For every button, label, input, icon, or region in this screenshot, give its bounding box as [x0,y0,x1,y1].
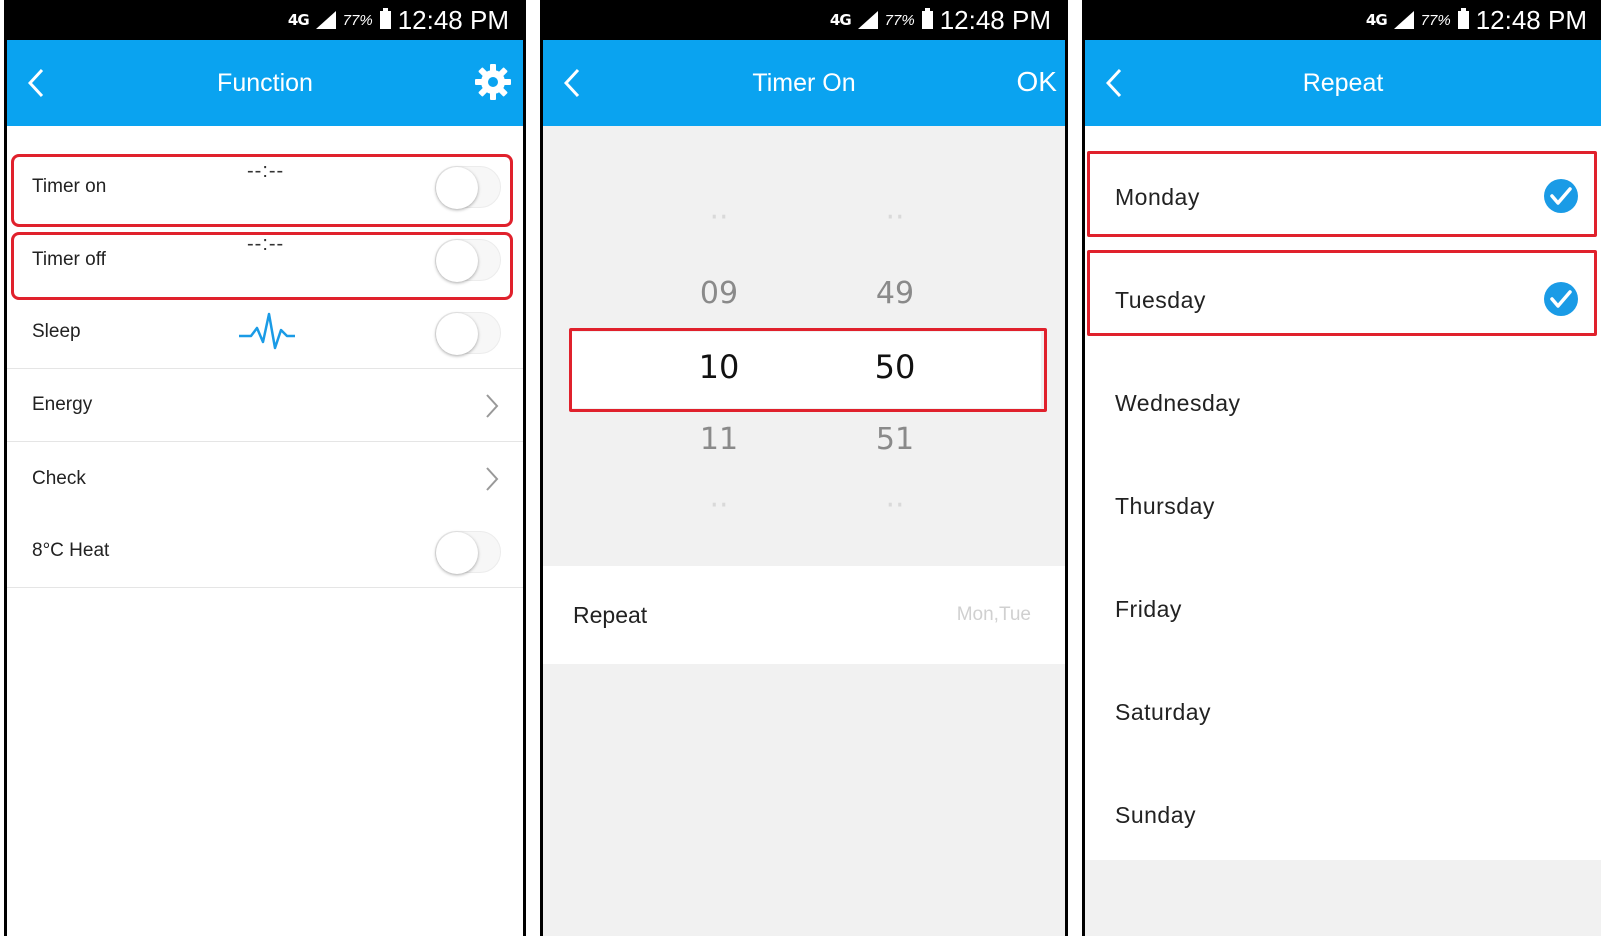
check-label: Check [32,467,86,489]
app-bar: Function [7,40,523,126]
hour-selected[interactable]: 10 [649,348,789,386]
chevron-right-icon [485,393,499,425]
day-row-monday[interactable]: Monday [1085,146,1601,249]
network-indicator: 4G [287,11,310,29]
signal-icon [315,11,336,29]
signal-icon [857,11,878,29]
gear-icon[interactable] [473,62,513,102]
back-icon[interactable] [557,66,587,100]
sleep-toggle[interactable] [435,312,501,355]
timer-screen: 4G 77% 12:48 PM Timer On OK ·· ·· 09 49 … [540,0,1068,936]
day-label: Thursday [1115,493,1215,519]
heat-label: 8°C Heat [32,540,110,561]
minute-below[interactable]: 51 [825,422,965,457]
check-circle-icon[interactable] [1543,281,1579,323]
timer-off-label: Timer off [32,248,106,270]
network-indicator: 4G [829,11,852,29]
battery-percent: 77% [342,11,373,29]
hour-below[interactable]: 11 [649,422,789,457]
chevron-right-icon [485,466,499,498]
timer-off-value: --:-- [247,233,285,255]
minute-selected[interactable]: 50 [825,348,965,386]
minute-faint-bottom: ·· [885,488,905,523]
battery-percent: 77% [1420,11,1451,29]
day-row-sunday[interactable]: Sunday [1085,764,1601,867]
day-row-saturday[interactable]: Saturday [1085,661,1601,764]
status-time: 12:48 PM [397,4,509,35]
page-title: Repeat [1302,68,1384,97]
status-bar: 4G 77% 12:48 PM [1085,0,1601,40]
day-label: Monday [1115,184,1200,210]
repeat-row[interactable]: Repeat Mon,Tue [543,566,1065,664]
repeat-value: Mon,Tue [956,604,1031,625]
timer-off-toggle[interactable] [435,239,501,282]
heat-toggle[interactable] [435,531,501,574]
timer-on-label: Timer on [32,175,107,197]
network-indicator: 4G [1365,11,1388,29]
timer-off-row[interactable]: Timer off --:-- [7,223,523,296]
back-icon[interactable] [21,66,51,100]
back-icon[interactable] [1099,66,1129,100]
day-list: Monday Tuesday Wednesday Thursday Friday… [1085,146,1601,867]
sleep-row[interactable]: Sleep [7,296,523,369]
battery-icon [1457,8,1469,29]
page-title: Timer On [752,68,856,97]
bottom-band [1085,860,1601,936]
battery-icon [379,8,391,29]
ok-button[interactable]: OK [1017,66,1057,98]
timer-on-row[interactable]: Timer on --:-- [7,150,523,223]
day-label: Friday [1115,596,1182,622]
energy-label: Energy [32,394,93,415]
status-time: 12:48 PM [939,4,1051,35]
hour-faint-top: ·· [709,200,729,235]
app-bar: Repeat [1085,40,1601,126]
day-label: Sunday [1115,802,1197,828]
minute-above[interactable]: 49 [825,276,965,311]
repeat-label: Repeat [573,601,648,628]
check-row[interactable]: Check [7,442,523,515]
day-label: Saturday [1115,699,1212,725]
repeat-screen: 4G 77% 12:48 PM Repeat Monday Tuesday We… [1082,0,1601,936]
time-picker[interactable]: ·· ·· 09 49 10 50 11 51 ·· ·· [543,126,1065,566]
page-title: Function [217,68,313,97]
heat-row[interactable]: 8°C Heat [7,515,523,588]
check-circle-icon[interactable] [1543,178,1579,220]
timer-on-value: --:-- [247,160,285,182]
day-row-friday[interactable]: Friday [1085,558,1601,661]
pulse-icon [237,310,297,356]
hour-above[interactable]: 09 [649,276,789,311]
status-bar: 4G 77% 12:48 PM [543,0,1065,40]
day-row-tuesday[interactable]: Tuesday [1085,249,1601,352]
function-screen: 4G 77% 12:48 PM Function Timer on --:-- … [4,0,526,936]
battery-icon [921,8,933,29]
battery-percent: 77% [884,11,915,29]
function-list: Timer on --:-- Timer off --:-- Sleep Ene… [7,126,523,588]
hour-faint-bottom: ·· [709,488,729,523]
sleep-label: Sleep [32,321,81,342]
status-time: 12:48 PM [1475,4,1587,35]
app-bar: Timer On OK [543,40,1065,126]
picker-selection-band [571,332,1041,408]
day-label: Tuesday [1115,287,1206,313]
energy-row[interactable]: Energy [7,369,523,442]
status-bar: 4G 77% 12:48 PM [7,0,523,40]
minute-faint-top: ·· [885,200,905,235]
signal-icon [1393,11,1414,29]
day-label: Wednesday [1115,390,1241,416]
day-row-wednesday[interactable]: Wednesday [1085,352,1601,455]
timer-on-toggle[interactable] [435,166,501,209]
day-row-thursday[interactable]: Thursday [1085,455,1601,558]
